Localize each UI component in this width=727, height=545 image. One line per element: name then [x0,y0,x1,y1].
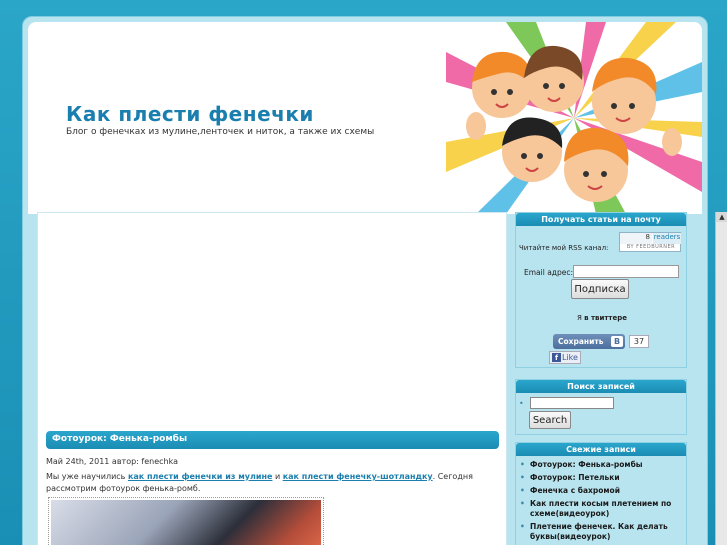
site-description: Блог о фенечках из мулине,ленточек и нит… [66,127,375,137]
search-button[interactable]: Search [529,411,571,429]
subscribe-button[interactable]: Подписка [571,279,629,299]
subscribe-widget: Получать статьи на почту 8 readers BY FE… [515,212,687,368]
rss-label: Читайте мой RSS канал: [519,244,609,252]
post-link-mouline[interactable]: как плести фенечки из мулине [128,472,272,481]
email-field[interactable] [573,265,679,278]
site-header: Как плести фенечки Блог о фенечках из му… [28,22,702,214]
facebook-like-button[interactable]: f Like [549,351,581,364]
post-link-scotland[interactable]: как плести фенечку-шотландку [283,472,433,481]
post-text: Мы уже научились как плести фенечки из м… [46,471,501,495]
search-widget-title: Поиск записей [516,380,686,393]
post-text-part1: Мы уже научились [46,472,128,481]
vk-icon: В [611,336,623,347]
recent-post-item[interactable]: Плетение фенечек. Как делать буквы(видео… [518,522,684,542]
recent-posts-list: Фотоурок: Фенька-ромбы Фотоурок: Петельк… [518,460,684,545]
scroll-up-arrow-icon[interactable]: ▲ [716,212,727,222]
twitter-prefix: Я [577,314,582,322]
bullet-icon: • [519,399,524,408]
recent-posts-widget: Свежие записи Фотоурок: Фенька-ромбы Фот… [515,442,687,545]
feedburner-by: BY FEEDBURNER [626,244,676,250]
vk-save-label: Сохранить [558,337,604,346]
recent-post-item[interactable]: Фотоурок: Фенька-ромбы [518,460,684,470]
recent-post-item[interactable]: Фотоурок: Петельки [518,473,684,483]
recent-post-item[interactable]: Как плести косым плетением по схеме(виде… [518,499,684,519]
post-meta: Май 24th, 2011 автор: fenechka [46,457,179,466]
bracelet-photo [51,500,321,545]
facebook-like-label: Like [562,353,578,362]
twitter-line: Я в твиттере [516,314,688,322]
search-widget: Поиск записей • Search [515,379,687,435]
subscribe-widget-title: Получать статьи на почту [516,213,686,226]
recent-posts-title: Свежие записи [516,443,686,456]
main-content: Фотоурок: Фенька-ромбы Май 24th, 2011 ав… [37,212,507,545]
email-label: Email адрес: [524,268,573,277]
feedburner-icon[interactable]: 8 readers BY FEEDBURNER [619,232,681,252]
post-photo[interactable] [48,497,324,545]
facebook-icon: f [552,353,561,362]
recent-post-item[interactable]: Фенечка с бахромой [518,486,684,496]
feedburner-count: 8 [620,233,652,244]
twitter-link[interactable]: в твиттере [584,314,627,322]
page-scrollbar[interactable]: ▲ [715,212,727,545]
site-title[interactable]: Как плести фенечки [66,102,314,126]
feedburner-readers: readers [653,233,681,244]
search-input[interactable] [530,397,614,409]
post-title[interactable]: Фотоурок: Фенька-ромбы [46,431,499,449]
vk-count: 37 [629,335,649,348]
kids-illustration [446,22,702,214]
vk-save-button[interactable]: Сохранить В [553,334,625,349]
post-text-part2: и [272,472,283,481]
